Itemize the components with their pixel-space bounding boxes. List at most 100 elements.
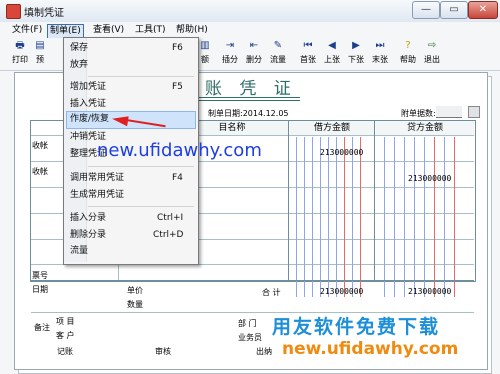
menu-tools[interactable]: 工具(T)	[133, 24, 168, 37]
attachments-input[interactable]	[436, 106, 462, 118]
toolbar-preview-button[interactable]: ▤ 预	[33, 40, 47, 68]
digit-line	[414, 137, 415, 297]
first-record-icon: ⏮	[303, 40, 313, 51]
digit-line-red	[434, 137, 435, 297]
toolbar-delete-row-button[interactable]: ⇤ 删分	[243, 40, 265, 68]
menu-item-insert-voucher[interactable]: 插入凭证	[70, 96, 106, 112]
digit-line	[444, 137, 445, 297]
voucher-date: 制单日期:2014.12.05	[208, 109, 289, 118]
printer-icon: 🖶	[15, 40, 25, 51]
voucher-heading: 账 凭 证	[205, 79, 297, 99]
grid-line	[374, 121, 375, 280]
toolbar-print-label: 打印	[12, 55, 28, 64]
menu-file[interactable]: 文件(F)	[10, 24, 44, 37]
menu-separator	[88, 206, 194, 207]
balance-icon: ▥	[200, 40, 210, 51]
menu-item-cashflow[interactable]: 流量	[70, 243, 88, 259]
department-label: 部 门	[238, 319, 257, 328]
menu-item-generate-common-voucher[interactable]: 生成常用凭证	[70, 187, 124, 203]
menu-help[interactable]: 帮助(H)	[174, 24, 210, 37]
window-title: 填制凭证	[24, 8, 64, 19]
toolbar-next-button[interactable]: ▶ 下张	[345, 40, 367, 68]
remark-label: 备注	[34, 323, 50, 332]
toolbar-delete-row-label: 删分	[246, 55, 262, 64]
customer-label: 客 户	[56, 331, 75, 340]
salesman-label: 业务员	[238, 333, 262, 342]
digit-line	[352, 137, 353, 297]
toolbar-balance-button[interactable]: ▥ 额	[198, 40, 212, 68]
toolbar-previous-button[interactable]: ◀ 上张	[321, 40, 343, 68]
quantity-label: 数量	[127, 300, 143, 309]
cashflow-icon: ✎	[273, 40, 283, 51]
bookkeeper-label: 记账	[57, 347, 73, 356]
toolbar-insert-row-button[interactable]: ⇥ 插分	[219, 40, 241, 68]
toolbar-help-button[interactable]: ? 帮助	[397, 40, 419, 68]
auditor-label: 审核	[155, 347, 171, 356]
digit-line	[320, 137, 321, 297]
toolbar-last-button[interactable]: ⏭ 末张	[369, 40, 391, 68]
digit-line	[336, 137, 337, 297]
watermark-brand: 用友软件免费下载	[272, 316, 441, 338]
menu-separator	[88, 76, 194, 77]
menu-item-insert-entry[interactable]: 插入分录	[70, 210, 106, 226]
toolbar-help-label: 帮助	[400, 55, 416, 64]
toolbar-first-button[interactable]: ⏮ 首张	[297, 40, 319, 68]
toolbar-next-label: 下张	[348, 55, 364, 64]
help-icon: ?	[405, 40, 411, 51]
toolbar-balance-label: 额	[201, 55, 209, 64]
maximize-button[interactable]: ▭	[440, 1, 468, 19]
row-summary[interactable]: 收帐	[32, 166, 48, 177]
digit-line-red	[360, 137, 361, 297]
menu-item-void-restore[interactable]: 作废/恢复	[70, 111, 109, 127]
toolbar-preview-label: 预	[36, 55, 44, 64]
total-credit: 213000000	[408, 287, 452, 296]
close-button[interactable]: ✕	[468, 1, 498, 19]
toolbar-cashflow-button[interactable]: ✎ 流量	[267, 40, 289, 68]
digit-line	[312, 137, 313, 297]
digit-line	[384, 137, 385, 297]
menu-item-save[interactable]: 保存	[70, 40, 88, 56]
total-label: 合 计	[262, 288, 281, 297]
toolbar-exit-button[interactable]: ⇨ 退出	[421, 40, 443, 68]
menu-item-delete-entry[interactable]: 删除分录	[70, 227, 106, 243]
digit-line	[404, 137, 405, 297]
resize-handle[interactable]	[468, 106, 480, 118]
digit-line	[328, 137, 329, 297]
menu-item-discard[interactable]: 放弃	[70, 57, 88, 73]
insert-row-icon: ⇥	[225, 40, 235, 51]
menu-shortcut: Ctrl+D	[153, 230, 184, 240]
menu-shortcut: F4	[172, 173, 183, 183]
digit-line-red	[454, 137, 455, 297]
menu-item-add-voucher[interactable]: 增加凭证	[70, 79, 106, 95]
toolbar-cashflow-label: 流量	[270, 55, 286, 64]
menu-item-call-common-voucher[interactable]: 调用常用凭证	[70, 170, 124, 186]
project-label: 项 目	[56, 317, 75, 326]
row-credit-amount[interactable]: 213000000	[408, 174, 451, 183]
toolbar-previous-label: 上张	[324, 55, 340, 64]
heading-underline-double	[185, 100, 300, 101]
grid-line	[31, 280, 474, 281]
digit-line	[424, 137, 425, 297]
app-icon	[6, 4, 21, 19]
toolbar-print-button[interactable]: 🖶 打印	[9, 40, 31, 68]
cashier-label: 出纳	[256, 347, 272, 356]
exit-icon: ⇨	[427, 40, 437, 51]
row-debit-amount[interactable]: 213000000	[320, 148, 363, 157]
menu-shortcut: Ctrl+I	[157, 213, 184, 223]
digit-line	[394, 137, 395, 297]
grid-line	[288, 121, 289, 280]
digit-line	[304, 137, 305, 297]
menu-view[interactable]: 查看(V)	[91, 24, 126, 37]
previous-record-icon: ◀	[328, 40, 336, 51]
unit-price-label: 单价	[127, 286, 143, 295]
menu-separator	[88, 166, 194, 167]
watermark-url-orange: new.ufidawhy.com	[282, 339, 459, 359]
menu-shortcut: F6	[172, 43, 183, 53]
delete-row-icon: ⇤	[249, 40, 259, 51]
last-record-icon: ⏭	[375, 40, 385, 51]
row-summary[interactable]: 收帐	[32, 140, 48, 151]
digit-line-red	[344, 137, 345, 297]
minimize-button[interactable]: —	[412, 1, 440, 19]
toolbar-last-label: 末张	[372, 55, 388, 64]
total-debit: 213000000	[320, 287, 364, 296]
